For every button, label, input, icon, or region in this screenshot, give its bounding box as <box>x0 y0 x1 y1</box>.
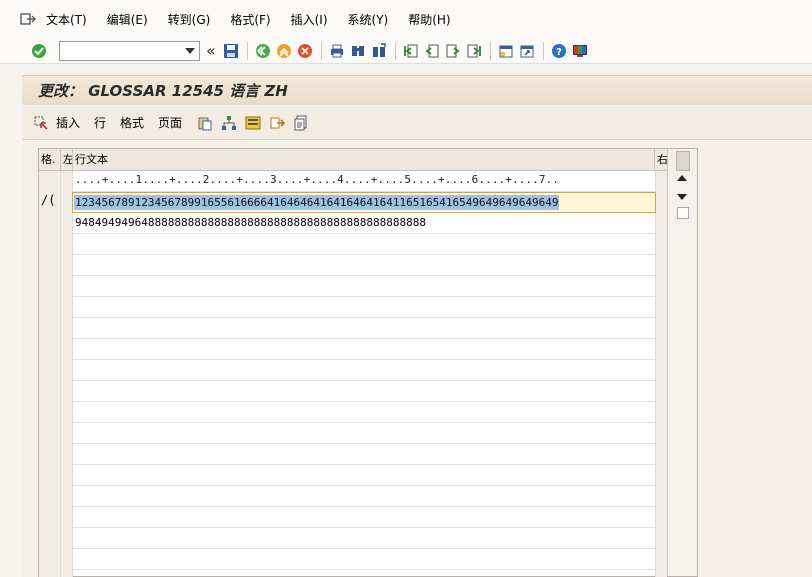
shortcut-icon[interactable] <box>518 42 536 60</box>
menu-system[interactable]: 系统(Y) <box>348 11 389 28</box>
table-row <box>73 234 655 255</box>
hierarchy-icon[interactable] <box>220 114 238 132</box>
print-icon[interactable] <box>328 42 346 60</box>
page-title: 更改： GLOSSAR 12545 语言 ZH <box>38 82 288 100</box>
toolbar-separator <box>542 41 544 60</box>
selected-text[interactable]: 1234567891234567899165561666641646464164… <box>74 195 560 210</box>
replace-icon[interactable] <box>244 114 262 132</box>
command-input[interactable] <box>60 41 178 60</box>
command-field[interactable] <box>59 40 200 61</box>
right-column <box>655 171 667 577</box>
toolbar-separator <box>320 41 322 60</box>
screen-title-bar: 更改： GLOSSAR 12545 语言 ZH <box>22 75 812 105</box>
table-row <box>73 528 655 549</box>
table-row <box>73 276 655 297</box>
exit-menu-icon[interactable] <box>20 12 36 26</box>
prev-page-icon[interactable] <box>423 42 441 60</box>
menu-help[interactable]: 帮助(H) <box>408 11 450 28</box>
menu-insert[interactable]: 插入(I) <box>291 11 328 28</box>
table-row <box>73 507 655 528</box>
exit-icon[interactable] <box>275 42 293 60</box>
table-row <box>73 486 655 507</box>
help-icon[interactable]: ? <box>550 42 568 60</box>
line-button[interactable]: 行 <box>94 114 106 131</box>
find-next-icon[interactable] <box>370 42 388 60</box>
menu-edit[interactable]: 编辑(E) <box>107 11 148 28</box>
table-row <box>73 360 655 381</box>
paste-icon[interactable] <box>196 114 214 132</box>
format-button[interactable]: 格式 <box>120 114 144 131</box>
page-button[interactable]: 页面 <box>158 114 182 131</box>
move-icon[interactable] <box>268 114 286 132</box>
table-row <box>73 549 655 570</box>
table-row <box>73 465 655 486</box>
find-icon[interactable] <box>349 42 367 60</box>
table-row <box>73 318 655 339</box>
menu-format[interactable]: 格式(F) <box>230 11 270 28</box>
text-editor-table: 格. 左 行文本 右 ....+....1....+....2....+....… <box>38 148 698 577</box>
table-row <box>73 255 655 276</box>
toolbar-separator <box>489 41 491 60</box>
save-icon[interactable] <box>222 42 240 60</box>
menu-text[interactable]: 文本(T) <box>46 11 87 28</box>
application-toolbar: 插入 行 格式 页面 <box>22 106 812 140</box>
create-session-icon[interactable] <box>497 42 515 60</box>
table-row <box>73 423 655 444</box>
cancel-icon[interactable] <box>296 42 314 60</box>
col-header-text[interactable]: 行文本 <box>73 149 655 170</box>
double-chevron-left-icon[interactable]: « <box>206 41 216 60</box>
col-header-right[interactable]: 右 <box>655 149 667 170</box>
next-page-icon[interactable] <box>444 42 462 60</box>
chevron-down-icon[interactable] <box>185 47 195 54</box>
col-header-left[interactable]: 左 <box>61 149 73 170</box>
insert-button[interactable]: 插入 <box>56 114 80 131</box>
table-row <box>73 381 655 402</box>
last-page-icon[interactable] <box>465 42 483 60</box>
enter-icon[interactable] <box>30 42 48 60</box>
standard-toolbar: « ? <box>0 38 812 64</box>
table-row <box>73 444 655 465</box>
document-icon[interactable] <box>292 114 310 132</box>
table-row <box>73 339 655 360</box>
first-page-icon[interactable] <box>402 42 420 60</box>
format-cell[interactable]: /( <box>41 193 55 207</box>
column-ruler: ....+....1....+....2....+....3....+....4… <box>75 173 560 186</box>
vertical-scrollbar[interactable] <box>667 149 697 576</box>
col-header-format[interactable]: 格. <box>39 149 61 170</box>
left-column <box>61 171 73 577</box>
scroll-thumb[interactable] <box>677 207 689 219</box>
table-header: 格. 左 行文本 右 <box>39 149 667 171</box>
toolbar-separator <box>394 41 396 60</box>
format-column <box>39 171 61 577</box>
menu-bar: 文本(T) 编辑(E) 转到(G) 格式(F) 插入(I) 系统(Y) 帮助(H… <box>0 0 812 38</box>
text-line-input[interactable]: 1234567891234567899165561666641646464164… <box>72 192 656 213</box>
svg-text:?: ? <box>556 47 562 58</box>
scroll-column-config-button[interactable] <box>676 151 690 171</box>
scroll-up-icon[interactable] <box>677 175 687 181</box>
menu-goto[interactable]: 转到(G) <box>168 11 211 28</box>
scroll-down-icon[interactable] <box>677 194 687 200</box>
table-row <box>73 297 655 318</box>
text-line[interactable]: 9484949496488888888888888888888888888888… <box>75 216 426 229</box>
table-row <box>73 402 655 423</box>
back-icon[interactable] <box>254 42 272 60</box>
toolbar-separator <box>246 41 248 60</box>
select-icon[interactable] <box>32 114 50 132</box>
layout-icon[interactable] <box>571 42 589 60</box>
